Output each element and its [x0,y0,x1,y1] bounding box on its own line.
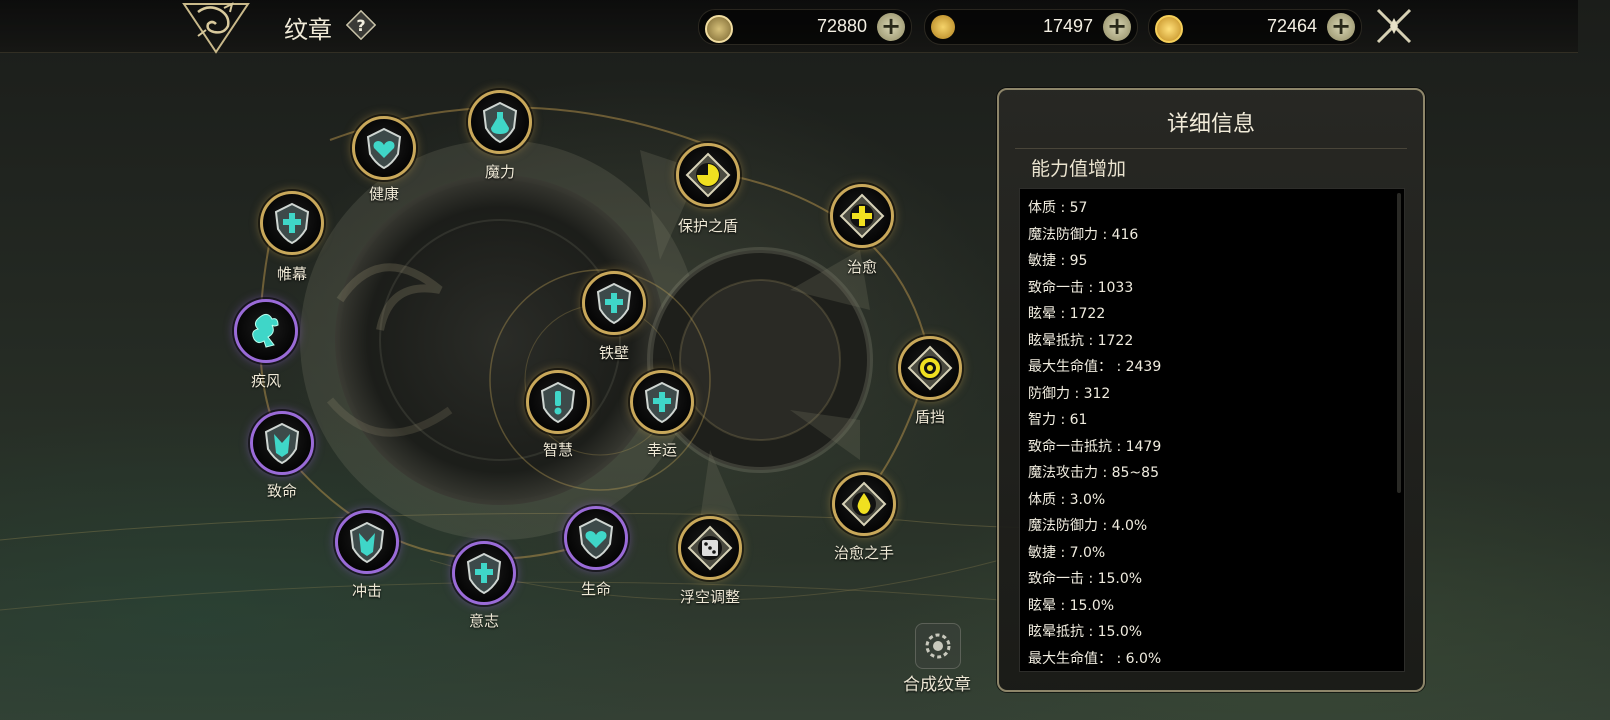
stat-row: 敏捷 : 7.0% [1028,544,1106,561]
details-panel: 详细信息 能力值增加 体质 : 57 魔法防御力 : 416 敏捷 : 95 致命一击… [997,88,1425,692]
currency-value: 17497 [1042,16,1093,36]
stat-row: 防御力 : 312 [1028,385,1111,402]
currency-gold-bag: 17497 + [924,9,1138,45]
emblem-node-zhihui[interactable] [526,370,590,434]
heart-shield-icon [366,127,402,170]
stat-row: 致命一击抵抗 : 1479 [1028,438,1162,455]
emblem-label: 铁壁 [598,344,630,362]
help-button[interactable]: ? [346,10,376,40]
compose-gear-icon [925,633,951,659]
emblem-node-zhiyuzhishou[interactable] [832,472,896,536]
strike-shield-icon [264,422,300,465]
stat-row: 最大生命值： : 2439 [1028,359,1162,375]
emblem-label: 魔力 [484,163,516,181]
emblem-node-moli[interactable] [468,90,532,154]
exclaim-shield-icon [540,381,576,424]
currency-value: 72464 [1266,16,1317,36]
stat-row: 致命一击 : 1033 [1028,279,1134,296]
dragon-emblem-icon [182,2,250,54]
pie-crest-icon [685,152,731,198]
stat-list[interactable]: 体质 : 57 魔法防御力 : 416 敏捷 : 95 致命一击 : 1033 眩晕 :… [1019,188,1405,672]
potion-shield-icon [482,101,518,144]
emblem-label: 生命 [580,580,612,598]
compose-emblem-label: 合成纹章 [903,675,971,695]
page-title: 纹章 [284,16,332,44]
stat-row: 敏捷 : 95 [1028,253,1088,269]
plus-crest-icon [839,193,885,239]
strike-shield-icon [349,521,385,564]
currency-swirl: 72880 + [698,9,912,45]
stat-scrollbar[interactable] [1397,193,1401,493]
cross-shield-icon [644,381,680,424]
heart-shield-icon [578,517,614,560]
stat-row: 眩晕抵抗 : 15.0% [1028,624,1143,640]
emblem-node-zhiyu[interactable] [830,184,894,248]
emblem-node-fukong[interactable] [678,516,742,580]
emblem-label: 冲击 [351,582,383,600]
emblem-label: 健康 [368,185,400,203]
emblem-label: 浮空调整 [679,588,741,606]
emblem-node-weimu[interactable] [260,191,324,255]
emblem-label: 保护之盾 [677,217,739,235]
emblem-label: 幸运 [646,441,678,459]
emblem-node-baohu[interactable] [676,143,740,207]
panel-divider [1015,148,1407,149]
emblem-node-chongji[interactable] [335,510,399,574]
add-currency-button[interactable]: + [877,13,905,41]
stat-row: 体质 : 3.0% [1028,491,1106,508]
drop-crest-icon [841,481,887,527]
emblem-label: 盾挡 [914,408,946,426]
emblem-label: 疾风 [250,372,282,390]
crossed-swords-close-icon[interactable] [1374,6,1414,46]
emblem-node-tiebi[interactable] [582,271,646,335]
compose-emblem-button[interactable] [915,623,961,669]
cross-shield-icon [274,202,310,245]
top-bar: 纹章 ? 72880 + 17497 + 72464 + [0,0,1578,54]
emblem-label: 智慧 [542,441,574,459]
stat-row: 最大生命值： : 6.0% [1028,650,1162,667]
gold-coin-bag-icon [931,15,955,39]
stat-row: 眩晕 : 15.0% [1028,597,1115,614]
stat-row: 眩晕抵抗 : 1722 [1028,332,1134,349]
details-title: 详细信息 [1166,112,1255,137]
emblem-node-yizhi[interactable] [452,541,516,605]
question-icon: ? [346,10,376,40]
stat-row: 魔法攻击力 : 85~85 [1028,465,1159,481]
stat-row: 魔法防御力 : 4.0% [1028,518,1148,534]
emblem-label: 治愈之手 [833,544,895,562]
stat-row: 魔法防御力 : 416 [1028,226,1139,243]
emblem-node-shengming[interactable] [564,506,628,570]
emblem-label: 致命 [266,482,298,500]
stat-row: 体质 : 57 [1028,200,1088,216]
wind-icon [252,313,279,348]
details-subtitle: 能力值增加 [1031,158,1127,180]
cross-shield-icon [596,282,632,325]
emblem-label: 帷幕 [276,265,308,283]
dice-crest-icon [687,525,733,571]
emblem-node-zhiming[interactable] [250,411,314,475]
gold-coin-icon [1155,15,1183,43]
emblem-node-jifeng[interactable] [234,299,298,363]
emblem-node-xingyun[interactable] [630,370,694,434]
swirl-coin-icon [705,15,733,43]
stat-row: 致命一击 : 15.0% [1028,571,1143,587]
emblem-node-dundang[interactable] [898,336,962,400]
emblem-node-jiankang[interactable] [352,116,416,180]
currency-gold: 72464 + [1148,9,1362,45]
emblem-label: 治愈 [846,258,878,276]
add-currency-button[interactable]: + [1103,13,1131,41]
stat-row: 眩晕 : 1722 [1028,306,1106,322]
emblem-label: 意志 [468,612,500,630]
stat-row: 智力 : 61 [1028,412,1088,428]
svg-text:?: ? [356,16,365,35]
add-currency-button[interactable]: + [1327,13,1355,41]
cycle-crest-icon [907,345,953,391]
currency-value: 72880 [816,16,867,36]
cross-shield-icon [466,552,502,595]
